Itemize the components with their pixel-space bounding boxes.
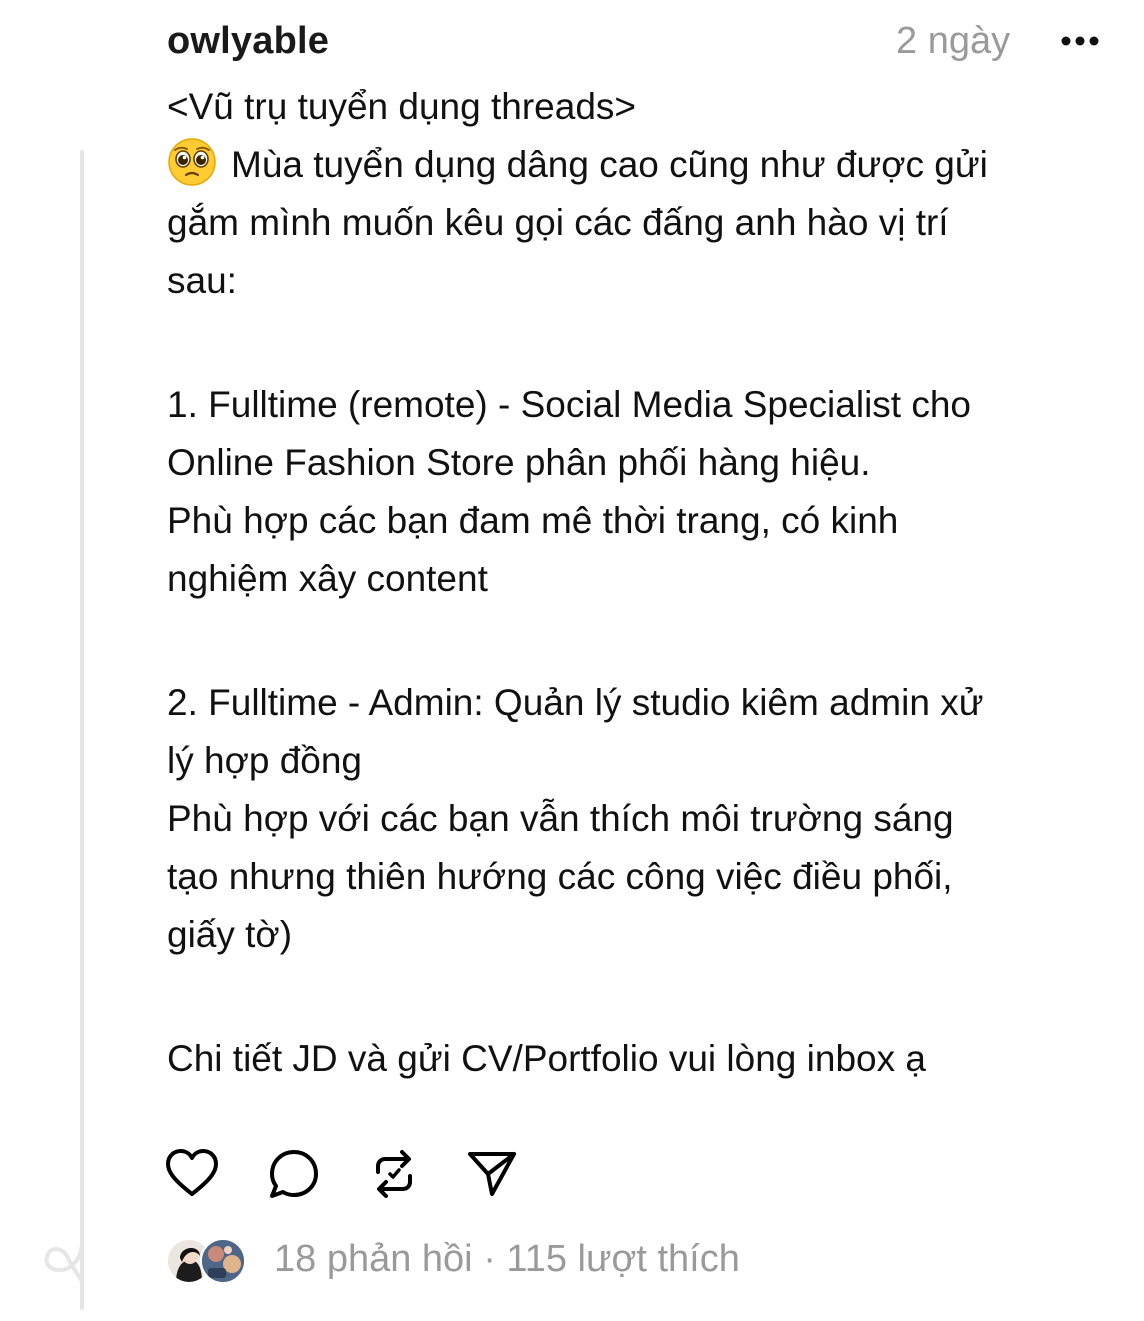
username[interactable]: owlyable — [167, 20, 329, 63]
avatar[interactable] — [200, 1238, 246, 1284]
send-icon[interactable] — [464, 1146, 520, 1202]
post-line: Chi tiết JD và gửi CV/Portfolio vui lòng… — [167, 1038, 926, 1079]
post-line: tạo nhưng thiên hướng các công việc điều… — [167, 856, 953, 897]
post-line: gắm mình muốn kêu gọi các đấng anh hào v… — [167, 202, 949, 243]
stats-text: 18 phản hồi · 115 lượt thích — [274, 1238, 740, 1281]
post-line: <Vũ trụ tuyển dụng threads> — [167, 86, 637, 127]
post-line: Mùa tuyển dụng dâng cao cũng như được gử… — [167, 136, 1117, 194]
likes-count[interactable]: 115 lượt thích — [506, 1238, 739, 1280]
post-line: sau: — [167, 260, 237, 301]
more-horizontal-icon[interactable] — [1058, 30, 1102, 52]
stats-separator: · — [472, 1238, 507, 1280]
post-line: Phù hợp với các bạn vẫn thích môi trường… — [167, 798, 954, 839]
comment-icon[interactable] — [266, 1146, 322, 1202]
post-line: Online Fashion Store phân phối hàng hiệu… — [167, 442, 871, 483]
post-line: lý hợp đồng — [167, 740, 363, 781]
thread-line — [80, 150, 84, 1310]
repost-icon[interactable] — [366, 1146, 422, 1202]
post-line: Phù hợp các bạn đam mê thời trang, có ki… — [167, 500, 899, 541]
thread-curl-icon — [44, 1240, 84, 1284]
heart-icon[interactable] — [164, 1146, 220, 1202]
post-line-text: Mùa tuyển dụng dâng cao cũng như được gử… — [231, 144, 988, 185]
post-line: 2. Fulltime - Admin: Quản lý studio kiêm… — [167, 682, 984, 723]
avatar-image — [202, 1240, 244, 1282]
pleading-face-icon — [168, 138, 216, 186]
post-line: 1. Fulltime (remote) - Social Media Spec… — [167, 384, 972, 425]
post-line: giấy tờ) — [167, 914, 293, 955]
post-line: nghiệm xây content — [167, 558, 488, 599]
post-time: 2 ngày — [896, 20, 1011, 62]
replies-count[interactable]: 18 phản hồi — [274, 1238, 473, 1280]
post-text: <Vũ trụ tuyển dụng threads> Mùa tuyển dụ… — [167, 78, 1117, 1088]
